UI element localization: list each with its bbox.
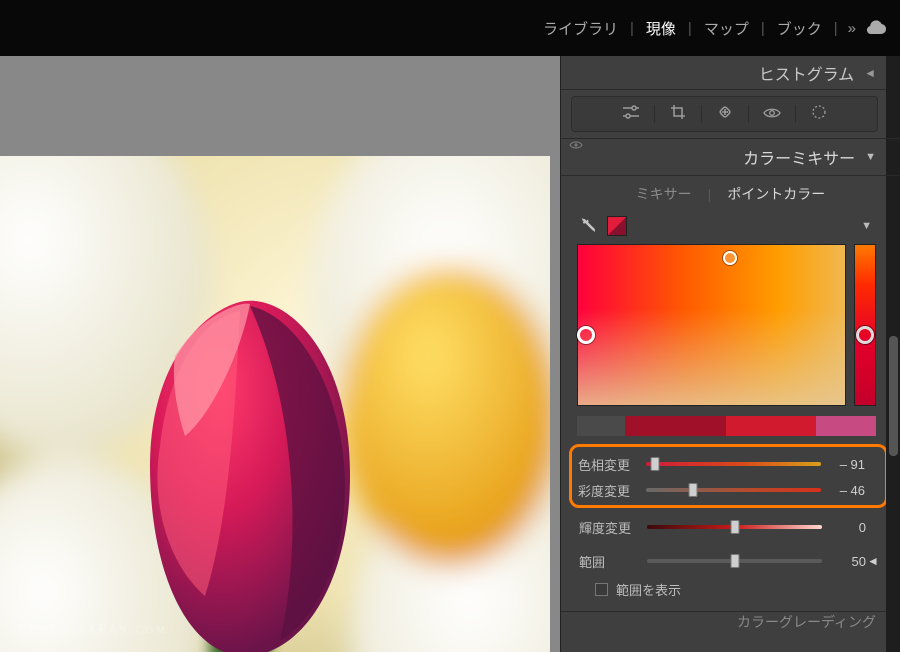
hue-range-bar[interactable] (577, 416, 876, 436)
show-range-checkbox[interactable] (595, 583, 608, 596)
tab-map[interactable]: マップ (700, 18, 753, 39)
color-field[interactable] (577, 244, 846, 406)
saturation-shift-thumb[interactable] (689, 483, 698, 497)
saturation-shift-slider[interactable] (646, 488, 821, 492)
luminance-shift-row: 輝度変更 0 (579, 514, 880, 540)
hue-shift-value[interactable]: – 91 (827, 457, 865, 472)
saturation-shift-label: 彩度変更 (578, 481, 640, 500)
color-point-2[interactable] (577, 326, 595, 344)
range-slider[interactable] (647, 559, 822, 563)
range-thumb[interactable] (730, 554, 739, 568)
tab-develop[interactable]: 現像 (642, 18, 680, 39)
picker-row: ▼ (561, 212, 900, 244)
preview-image (0, 156, 550, 652)
watermark-text: PhotograFan.com (18, 622, 168, 638)
color-point-1[interactable] (723, 251, 737, 265)
app-root: ライブラリ | 現像 | マップ | ブック | » (0, 0, 900, 652)
panel-visibility-icon[interactable] (569, 139, 583, 153)
range-row: 範囲 50 ◄ (579, 548, 880, 574)
eyedropper-icon[interactable] (577, 216, 597, 236)
scrollbar-thumb[interactable] (889, 336, 898, 456)
highlighted-sliders: 色相変更 – 91 彩度変更 – 46 (569, 444, 888, 508)
saturation-shift-value[interactable]: – 46 (827, 483, 865, 498)
color-mixer-title: カラーミキサー (743, 145, 855, 169)
expand-icon[interactable]: ▼ (865, 151, 876, 163)
more-sliders: 輝度変更 0 範囲 50 ◄ (573, 510, 886, 611)
masking-tool-icon[interactable] (796, 104, 842, 124)
right-panel: ヒストグラム ◄ (560, 56, 900, 652)
tab-separator: | (680, 20, 700, 37)
range-value[interactable]: 50 (828, 554, 866, 569)
saturation-shift-row: 彩度変更 – 46 (578, 477, 879, 503)
color-mixer-subtabs: ミキサー | ポイントカラー (561, 176, 900, 212)
healing-tool-icon[interactable] (702, 104, 748, 124)
range-label: 範囲 (579, 552, 641, 571)
color-field-row (561, 244, 900, 406)
swatch-menu-icon[interactable]: ▼ (861, 220, 872, 232)
histogram-title: ヒストグラム (759, 61, 855, 85)
hue-shift-label: 色相変更 (578, 455, 640, 474)
color-mixer-header[interactable]: カラーミキサー ▼ (561, 139, 900, 175)
tab-separator: | (753, 20, 773, 37)
hue-shift-thumb[interactable] (650, 457, 659, 471)
show-range-row[interactable]: 範囲を表示 (579, 574, 880, 607)
redeye-tool-icon[interactable] (749, 106, 795, 123)
color-grading-title: カラーグレーディング (737, 614, 876, 630)
collapse-icon[interactable]: ◄ (864, 66, 876, 80)
luminance-shift-slider[interactable] (647, 525, 822, 529)
luminance-shift-thumb[interactable] (730, 520, 739, 534)
hue-handle[interactable] (856, 326, 874, 344)
tab-separator: | (826, 20, 846, 37)
luminance-shift-label: 輝度変更 (579, 518, 641, 537)
subtab-point-color[interactable]: ポイントカラー (721, 184, 831, 204)
color-grading-header[interactable]: カラーグレーディング (561, 611, 900, 633)
cloud-sync-icon[interactable] (866, 18, 886, 39)
image-canvas[interactable]: PhotograFan.com (0, 56, 560, 652)
tab-library[interactable]: ライブラリ (539, 18, 622, 39)
range-expand-icon[interactable]: ◄ (866, 554, 880, 568)
luminance-shift-value[interactable]: 0 (828, 520, 866, 535)
show-range-label: 範囲を表示 (616, 580, 681, 599)
histogram-header[interactable]: ヒストグラム ◄ (561, 56, 900, 90)
main-area: PhotograFan.com ヒストグラム ◄ (0, 56, 900, 652)
masking-sliders-icon[interactable] (608, 105, 654, 123)
tab-separator: | (622, 20, 642, 37)
picked-color-swatch[interactable] (607, 216, 627, 236)
hue-shift-row: 色相変更 – 91 (578, 451, 879, 477)
module-tabs: ライブラリ | 現像 | マップ | ブック | » (0, 0, 900, 56)
hue-shift-slider[interactable] (646, 462, 821, 466)
subtab-mixer[interactable]: ミキサー (630, 184, 698, 204)
more-tabs-icon[interactable]: » (846, 20, 862, 37)
tab-book[interactable]: ブック (773, 18, 826, 39)
crop-tool-icon[interactable] (655, 104, 701, 124)
hue-bar[interactable] (854, 244, 876, 406)
local-tools-row (571, 96, 878, 132)
